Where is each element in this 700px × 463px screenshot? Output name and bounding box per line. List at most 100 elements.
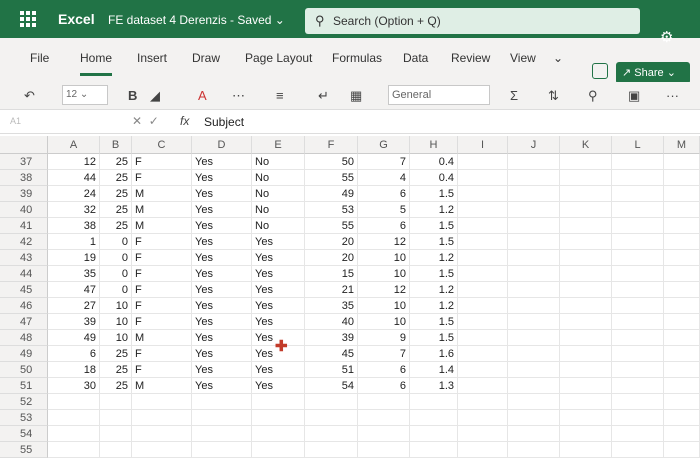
fill-color-icon[interactable]: ◢ xyxy=(150,88,160,104)
cell[interactable]: 12 xyxy=(358,234,410,250)
cell[interactable] xyxy=(508,426,560,442)
cell[interactable] xyxy=(508,442,560,458)
cell[interactable] xyxy=(508,378,560,394)
column-header-e[interactable]: E xyxy=(252,136,305,154)
name-box[interactable]: A1 xyxy=(0,112,100,132)
cell[interactable] xyxy=(458,250,508,266)
cell[interactable]: 49 xyxy=(48,330,100,346)
cell[interactable]: M xyxy=(132,218,192,234)
cell[interactable] xyxy=(664,202,700,218)
cell[interactable] xyxy=(664,410,700,426)
cell[interactable]: 47 xyxy=(48,282,100,298)
cell[interactable] xyxy=(612,202,664,218)
cell[interactable] xyxy=(560,154,612,170)
cell[interactable] xyxy=(305,394,358,410)
cell[interactable]: 39 xyxy=(48,314,100,330)
cell[interactable]: Yes xyxy=(192,234,252,250)
cell[interactable]: M xyxy=(132,202,192,218)
cell[interactable]: F xyxy=(132,282,192,298)
cell[interactable]: 5 xyxy=(358,202,410,218)
cell[interactable]: Yes xyxy=(252,250,305,266)
cell[interactable] xyxy=(358,442,410,458)
cell[interactable]: 0 xyxy=(100,234,132,250)
cell[interactable]: F xyxy=(132,170,192,186)
cell[interactable] xyxy=(100,426,132,442)
cell[interactable] xyxy=(458,266,508,282)
cell[interactable] xyxy=(612,378,664,394)
cell[interactable]: Yes xyxy=(192,170,252,186)
cell[interactable]: 25 xyxy=(100,154,132,170)
cell[interactable]: F xyxy=(132,234,192,250)
row-header[interactable]: 42 xyxy=(0,234,48,250)
cell[interactable] xyxy=(508,266,560,282)
cell[interactable] xyxy=(560,442,612,458)
cell[interactable]: No xyxy=(252,186,305,202)
row-header[interactable]: 46 xyxy=(0,298,48,314)
cell[interactable]: 0 xyxy=(100,266,132,282)
cell[interactable]: Yes xyxy=(192,266,252,282)
cell[interactable]: 18 xyxy=(48,362,100,378)
chevron-down-icon[interactable]: ⌄ xyxy=(553,51,563,65)
cell[interactable] xyxy=(664,154,700,170)
cell[interactable] xyxy=(132,410,192,426)
cell[interactable]: Yes xyxy=(192,346,252,362)
cell[interactable] xyxy=(458,218,508,234)
row-header[interactable]: 40 xyxy=(0,202,48,218)
cell[interactable]: 1.4 xyxy=(410,362,458,378)
column-header-d[interactable]: D xyxy=(192,136,252,154)
cell[interactable] xyxy=(192,394,252,410)
cell[interactable] xyxy=(132,426,192,442)
cell[interactable] xyxy=(192,426,252,442)
cell[interactable] xyxy=(508,298,560,314)
cell[interactable]: Yes xyxy=(192,250,252,266)
cell[interactable]: 15 xyxy=(305,266,358,282)
cell[interactable] xyxy=(664,298,700,314)
cell[interactable]: 50 xyxy=(305,154,358,170)
cell[interactable] xyxy=(458,186,508,202)
font-size-select[interactable]: 12 ⌄ xyxy=(62,85,108,105)
cell[interactable] xyxy=(305,426,358,442)
cell[interactable]: Yes xyxy=(192,282,252,298)
cell[interactable] xyxy=(410,410,458,426)
row-header[interactable]: 49 xyxy=(0,346,48,362)
more-options-icon[interactable]: ··· xyxy=(666,88,679,103)
cell[interactable] xyxy=(358,426,410,442)
tab-draw[interactable]: Draw xyxy=(192,51,220,65)
cell[interactable]: 1.5 xyxy=(410,330,458,346)
cell[interactable] xyxy=(508,394,560,410)
cell[interactable]: F xyxy=(132,250,192,266)
cell[interactable]: 55 xyxy=(305,218,358,234)
undo-icon[interactable]: ↶ xyxy=(24,88,35,104)
cell[interactable]: 10 xyxy=(100,314,132,330)
cell[interactable] xyxy=(508,330,560,346)
cell[interactable]: No xyxy=(252,218,305,234)
cell[interactable] xyxy=(458,394,508,410)
cell[interactable] xyxy=(48,394,100,410)
row-header[interactable]: 50 xyxy=(0,362,48,378)
cell[interactable] xyxy=(612,266,664,282)
cell[interactable] xyxy=(458,202,508,218)
format-icon[interactable]: ▣ xyxy=(628,88,640,104)
cell[interactable] xyxy=(458,314,508,330)
cell[interactable]: 19 xyxy=(48,250,100,266)
cell[interactable]: 0 xyxy=(100,282,132,298)
cell[interactable]: 53 xyxy=(305,202,358,218)
cell[interactable] xyxy=(664,426,700,442)
cell[interactable]: M xyxy=(132,186,192,202)
cell[interactable] xyxy=(458,378,508,394)
tab-formulas[interactable]: Formulas xyxy=(332,51,382,65)
row-header[interactable]: 51 xyxy=(0,378,48,394)
cell[interactable] xyxy=(508,154,560,170)
cell[interactable] xyxy=(664,394,700,410)
cell[interactable]: 10 xyxy=(358,314,410,330)
cell[interactable]: 35 xyxy=(305,298,358,314)
cell[interactable]: Yes xyxy=(252,266,305,282)
column-header-f[interactable]: F xyxy=(305,136,358,154)
cell[interactable]: No xyxy=(252,154,305,170)
cell[interactable]: 25 xyxy=(100,170,132,186)
formula-input[interactable]: Subject xyxy=(204,115,244,129)
share-button[interactable]: ↗ Share ⌄ xyxy=(616,62,690,84)
cell[interactable] xyxy=(612,330,664,346)
cell[interactable]: 51 xyxy=(305,362,358,378)
cell[interactable] xyxy=(410,426,458,442)
